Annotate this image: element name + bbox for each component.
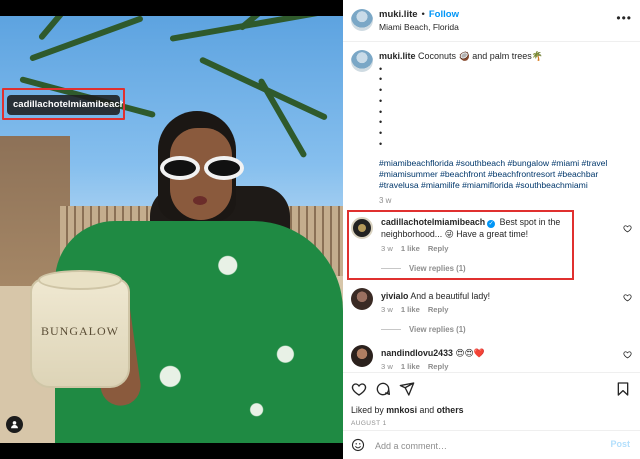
comment-text: And a beautiful lady!	[410, 291, 491, 301]
follow-button[interactable]: Follow	[429, 9, 459, 20]
tag-highlight-box	[2, 88, 125, 120]
post-side-panel: muki.lite • Follow Miami Beach, Florida ••…	[343, 0, 640, 459]
add-comment-row: Post	[343, 430, 640, 459]
post-comment-button[interactable]: Post	[610, 439, 630, 449]
caption-dot: •	[379, 139, 383, 150]
caption-dots: • • • • • • • •	[379, 64, 629, 150]
comment-highlight-box	[347, 210, 574, 280]
caption-dot: •	[379, 85, 383, 96]
comment-username[interactable]: yivialo	[381, 291, 408, 301]
coconut-cup: BUNGALOW	[30, 270, 130, 388]
caption-timestamp[interactable]: 3 w	[379, 196, 391, 205]
user-icon	[11, 421, 18, 429]
cup-text: BUNGALOW	[41, 324, 119, 338]
send-icon[interactable]	[399, 381, 415, 397]
comment-likes[interactable]: 1 like	[401, 305, 420, 314]
location-link[interactable]: Miami Beach, Florida	[379, 22, 459, 32]
photo-scene: BUNGALOW	[0, 16, 343, 443]
avatar[interactable]	[351, 345, 373, 367]
separator-dot: •	[421, 9, 425, 20]
comment-time[interactable]: 3 w	[381, 305, 393, 314]
reply-button[interactable]: Reply	[428, 305, 449, 314]
caption-dot: •	[379, 63, 383, 74]
emoji-icon[interactable]	[351, 438, 365, 452]
caption-dot: •	[379, 117, 383, 128]
comment-meta: 3 w 1 like Reply	[381, 305, 457, 314]
comment-text-block: nandindlovu2433 😍😍❤️	[381, 348, 616, 360]
view-replies-label: View replies (1)	[409, 325, 466, 334]
comment-meta: 3 w 1 like Reply	[381, 362, 457, 371]
comment-text: 😍😍❤️	[455, 348, 485, 358]
comment-like-heart-icon[interactable]	[623, 224, 632, 233]
comment-item: yivialo And a beautiful lady! 3 w 1 like R…	[343, 288, 640, 336]
caption-username[interactable]: muki.lite	[379, 51, 416, 61]
comment-input[interactable]	[375, 439, 575, 453]
comment-icon[interactable]	[375, 381, 391, 397]
comment-item: nandindlovu2433 😍😍❤️ 3 w 1 like Reply	[343, 345, 640, 371]
liked-by-row: Liked by mnkosi and others	[351, 405, 464, 415]
header-username[interactable]: muki.lite	[379, 9, 418, 20]
caption-hashtags[interactable]: #miamibeachflorida #southbeach #bungalow…	[379, 158, 634, 192]
user-tag-toggle-button[interactable]	[6, 416, 23, 433]
bookmark-icon[interactable]	[615, 381, 631, 397]
caption-dot: •	[379, 95, 383, 106]
header-user-row: muki.lite • Follow	[379, 9, 459, 20]
liked-by-and: and	[419, 405, 435, 415]
caption-text: Coconuts 🥥 and palm trees🌴	[418, 51, 543, 61]
liked-by-others[interactable]: others	[437, 405, 464, 415]
view-replies-button[interactable]: View replies (1)	[381, 325, 466, 334]
post-actions-bar	[343, 372, 640, 402]
caption-dot: •	[379, 106, 383, 117]
post-photo[interactable]: BUNGALOW cadillachotelmiamibeach	[0, 0, 343, 459]
caption-dot: •	[379, 128, 383, 139]
comment-like-heart-icon[interactable]	[623, 293, 632, 302]
reply-button[interactable]: Reply	[428, 362, 449, 371]
caption-dot: •	[379, 74, 383, 85]
comment-time[interactable]: 3 w	[381, 362, 393, 371]
caption-avatar[interactable]	[351, 50, 373, 72]
avatar[interactable]	[351, 9, 373, 31]
comment-text-block: yivialo And a beautiful lady!	[381, 291, 616, 303]
replies-line	[381, 329, 401, 330]
liked-by-prefix: Liked by	[351, 405, 384, 415]
avatar[interactable]	[351, 288, 373, 310]
post-date[interactable]: AUGUST 1	[351, 420, 387, 427]
comment-username[interactable]: nandindlovu2433	[381, 348, 453, 358]
comment-like-heart-icon[interactable]	[623, 350, 632, 359]
caption: muki.lite Coconuts 🥥 and palm trees🌴 • •…	[379, 51, 629, 150]
instagram-post-view: BUNGALOW cadillachotelmiamibeach muki.li…	[0, 0, 640, 459]
more-options-icon[interactable]: •••	[616, 11, 632, 25]
liked-by-user[interactable]: mnkosi	[386, 405, 417, 415]
heart-icon[interactable]	[351, 381, 367, 397]
post-header: muki.lite • Follow Miami Beach, Florida ••…	[343, 0, 640, 42]
comment-likes[interactable]: 1 like	[401, 362, 420, 371]
